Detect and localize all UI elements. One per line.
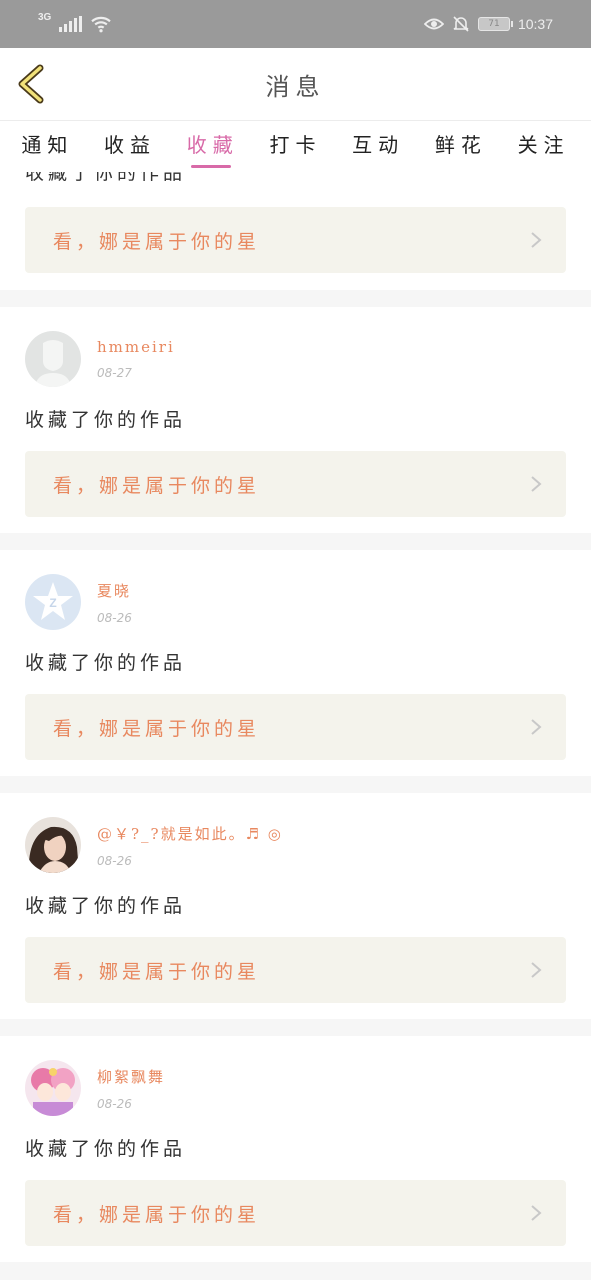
action-text: 收藏了你的作品 [25, 409, 187, 431]
avatar[interactable]: Z [25, 574, 81, 630]
list-item: @￥?_?就是如此。♬ ◎ 08-26 收藏了你的作品 看，娜是属于你的星 [0, 793, 591, 1019]
list-item: 柳絮飘舞 08-26 收藏了你的作品 看，娜是属于你的星 [0, 1036, 591, 1262]
list-item: hmmeiri 08-27 收藏了你的作品 看，娜是属于你的星 [0, 307, 591, 533]
work-link-label: 看，娜是属于你的星 [53, 717, 261, 740]
work-link-label: 看，娜是属于你的星 [53, 1203, 261, 1226]
status-bar: 3G 71 10:37 [0, 0, 591, 48]
action-text: 收藏了你的作品 [25, 895, 187, 917]
username[interactable]: hmmeiri [97, 338, 175, 356]
anime-avatar-icon [25, 1060, 81, 1116]
chevron-right-icon [531, 1205, 542, 1221]
tab-flowers[interactable]: 鲜花 [435, 129, 487, 164]
user-meta: @￥?_?就是如此。♬ ◎ 08-26 [97, 823, 283, 868]
user-row[interactable]: 柳絮飘舞 08-26 [25, 1060, 165, 1116]
work-link-label: 看，娜是属于你的星 [53, 960, 261, 983]
avatar[interactable] [25, 1060, 81, 1116]
photo-avatar-icon [25, 817, 81, 873]
network-type: 3G [38, 11, 52, 23]
list-item: 收藏了你的作品 看，娜是属于你的星 [0, 172, 591, 290]
message-feed[interactable]: 收藏了你的作品 看，娜是属于你的星 hmmeiri 08-27 收藏了你的作品 [0, 172, 591, 1280]
avatar[interactable] [25, 817, 81, 873]
bell-off-icon [453, 16, 469, 32]
tab-checkin[interactable]: 打卡 [269, 129, 321, 164]
page-title: 消息 [265, 72, 326, 101]
date: 08-27 [97, 366, 132, 380]
tab-earnings[interactable]: 收益 [104, 129, 156, 164]
wifi-icon [91, 16, 112, 33]
svg-text:Z: Z [49, 596, 56, 610]
default-avatar-icon [25, 331, 81, 387]
user-meta: 夏晓 08-26 [97, 580, 132, 625]
tab-following[interactable]: 关注 [518, 129, 570, 164]
username[interactable]: 柳絮飘舞 [97, 1066, 165, 1087]
tab-favorites[interactable]: 收藏 [187, 129, 239, 168]
header: 消息 [0, 48, 591, 120]
date: 08-26 [97, 610, 132, 625]
status-left: 3G [38, 11, 112, 33]
tab-bar: 通知 收益 收藏 打卡 互动 鲜花 关注 [0, 120, 591, 172]
qzone-avatar-icon: Z [25, 574, 81, 630]
user-row[interactable]: @￥?_?就是如此。♬ ◎ 08-26 [25, 817, 283, 873]
battery-icon: 71 [477, 17, 513, 31]
work-link[interactable]: 看，娜是属于你的星 [25, 451, 566, 517]
date: 08-26 [97, 1096, 132, 1111]
username[interactable]: @￥?_?就是如此。♬ ◎ [97, 823, 283, 844]
eye-icon [423, 18, 444, 30]
username[interactable]: 夏晓 [97, 580, 132, 601]
work-link[interactable]: 看，娜是属于你的星 [25, 694, 566, 760]
battery-level: 71 [488, 19, 500, 29]
action-text: 收藏了你的作品 [25, 652, 187, 674]
user-meta: 柳絮飘舞 08-26 [97, 1066, 165, 1111]
work-link-label: 看，娜是属于你的星 [53, 474, 261, 497]
chevron-right-icon [531, 476, 542, 492]
avatar[interactable] [25, 331, 81, 387]
work-link[interactable]: 看，娜是属于你的星 [25, 1180, 566, 1246]
tab-interactions[interactable]: 互动 [352, 129, 404, 164]
chevron-right-icon [531, 232, 542, 248]
work-link-label: 看，娜是属于你的星 [53, 230, 261, 253]
status-right: 71 10:37 [423, 15, 553, 33]
chevron-right-icon [531, 962, 542, 978]
tab-notifications[interactable]: 通知 [21, 129, 73, 164]
status-time: 10:37 [517, 16, 553, 32]
date: 08-26 [97, 853, 132, 868]
user-row[interactable]: hmmeiri 08-27 [25, 331, 175, 387]
list-item: Z 夏晓 08-26 收藏了你的作品 看，娜是属于你的星 [0, 550, 591, 776]
action-text: 收藏了你的作品 [25, 172, 187, 184]
chevron-right-icon [531, 719, 542, 735]
back-button[interactable] [14, 64, 50, 104]
work-link[interactable]: 看，娜是属于你的星 [25, 207, 566, 273]
chevron-left-icon [18, 64, 44, 104]
user-meta: hmmeiri 08-27 [97, 338, 175, 380]
signal-icon [59, 16, 83, 32]
work-link[interactable]: 看，娜是属于你的星 [25, 937, 566, 1003]
user-row[interactable]: Z 夏晓 08-26 [25, 574, 132, 630]
action-text: 收藏了你的作品 [25, 1138, 187, 1160]
